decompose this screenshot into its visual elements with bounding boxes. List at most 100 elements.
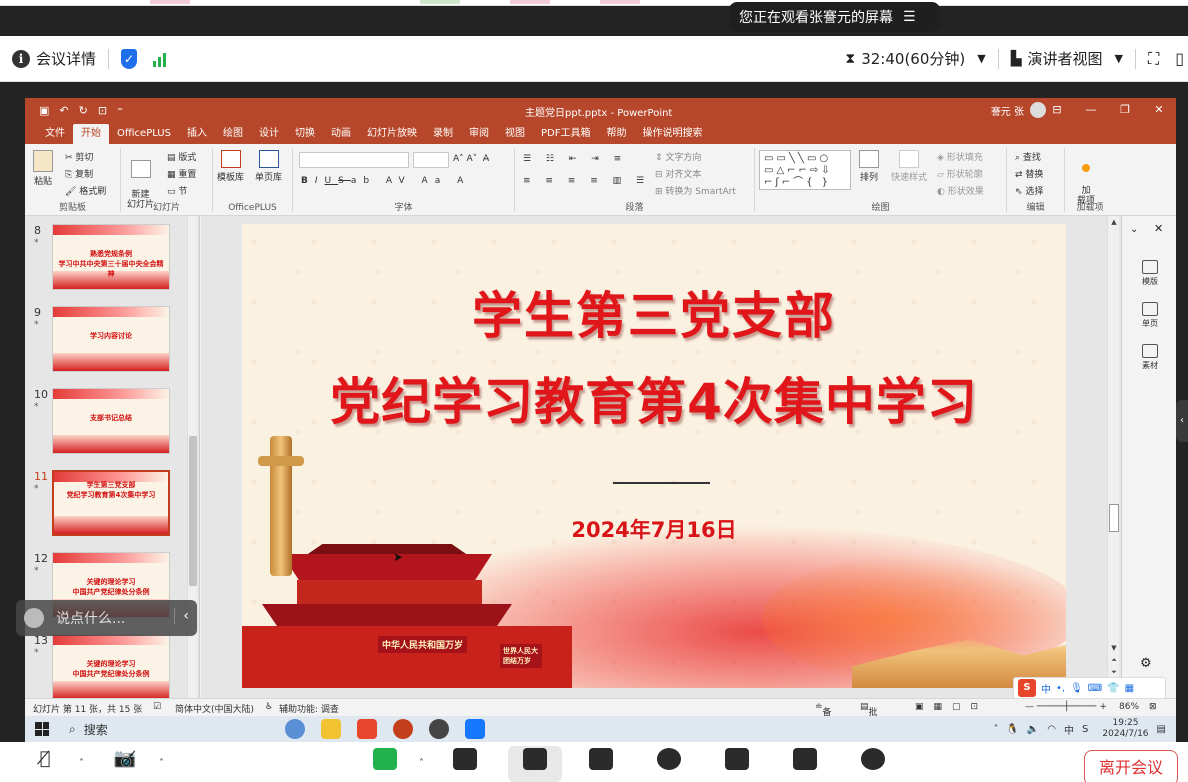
customize-icon[interactable]: ⁼ [117, 104, 123, 117]
fit-to-window-icon[interactable]: ⊠ [1149, 702, 1157, 712]
scroll-down-icon[interactable]: ▼ [1108, 644, 1120, 652]
chevron-up-icon[interactable]: ˄ [79, 758, 84, 769]
scrollbar-thumb[interactable] [189, 436, 197, 586]
chevron-up-icon[interactable]: ˄ [159, 758, 164, 769]
screen-share-banner[interactable]: 您正在观看张謇元的屏幕 ☰ [729, 2, 940, 32]
close-icon[interactable]: ✕ [1142, 98, 1176, 122]
language-indicator[interactable]: 简体中文(中国大陆) [175, 702, 254, 715]
emoji-icon[interactable] [24, 608, 44, 628]
volume-icon[interactable]: 🔈 [1027, 724, 1039, 735]
apps-button[interactable] [780, 746, 830, 782]
side-panel-handle[interactable]: ‹ [1176, 400, 1188, 442]
font-name-combo[interactable] [299, 152, 409, 168]
scrollbar-thumb[interactable] [1109, 504, 1119, 532]
settings-icon[interactable]: ⚙ [1140, 656, 1152, 671]
shape-effects-button[interactable]: ◐ 形状效果 [937, 184, 984, 197]
chevron-down-icon[interactable]: ▼ [1115, 52, 1123, 65]
ribbon-tab[interactable]: 设计 [251, 124, 287, 144]
align-text-button[interactable]: ⊟ 对齐文本 [655, 167, 701, 180]
quick-styles-button[interactable]: 快速样式 [891, 150, 927, 183]
arrange-button[interactable]: 排列 [859, 150, 879, 183]
ribbon-tab[interactable]: 录制 [425, 124, 461, 144]
comments-button[interactable]: ▤ 批注 [860, 702, 878, 731]
windows-start-icon[interactable] [35, 722, 49, 736]
tray-expand-icon[interactable]: ˄ [993, 724, 998, 735]
invite-button[interactable] [440, 746, 490, 782]
section-button[interactable]: ▭ 节 [167, 184, 187, 197]
notification-icon[interactable]: ▤ [1157, 724, 1166, 735]
shape-outline-button[interactable]: ▱ 形状轮廓 [937, 167, 983, 180]
copy-button[interactable]: ⎘ 复制 [65, 167, 93, 180]
addins-button[interactable]: 加 载项 [1077, 152, 1095, 206]
format-painter-button[interactable]: 🖌 格式刷 [65, 184, 106, 197]
info-icon[interactable]: i [12, 49, 30, 68]
minimize-icon[interactable]: — [1074, 98, 1108, 122]
chevron-left-icon[interactable]: ‹ [174, 608, 189, 624]
participants-button[interactable] [508, 746, 562, 782]
side-pane-item[interactable]: 单页 [1132, 302, 1168, 329]
clock[interactable]: 19:25 2024/7/16 [1102, 718, 1148, 740]
font-size-combo[interactable] [413, 152, 449, 168]
select-button[interactable]: ⇖ 选择 [1015, 184, 1043, 197]
reset-button[interactable]: ▦ 重置 [167, 167, 196, 180]
account[interactable]: 謇元 张 [991, 102, 1046, 118]
ribbon-tab[interactable]: 插入 [179, 124, 215, 144]
settings-button[interactable] [848, 746, 898, 782]
prev-slide-icon[interactable]: ⏶ [1108, 656, 1120, 665]
qq-icon[interactable]: 🐧 [1006, 724, 1018, 735]
meeting-app-icon[interactable] [465, 719, 485, 739]
chevron-up-icon[interactable]: ˄ [419, 758, 424, 769]
ribbon-tab[interactable]: 动画 [323, 124, 359, 144]
presenter-view-button[interactable]: 演讲者视图 [1028, 48, 1103, 69]
ribbon-tab[interactable]: 操作说明搜索 [634, 124, 710, 144]
meeting-timer[interactable]: 32:40(60分钟) [861, 48, 965, 69]
slide-thumbnail[interactable]: 学生第三党支部 党纪学习教育第4次集中学习 [52, 470, 170, 536]
sogou-tray-icon[interactable]: S [1082, 724, 1088, 735]
slide-thumbnail[interactable]: 熟悉党规条例 学习中共中央第三十届中央全会精神 [52, 224, 170, 290]
share-screen-button[interactable]: ˄ [360, 746, 424, 782]
chat-placeholder[interactable]: 说点什么... [56, 608, 125, 628]
toolbox-icon[interactable]: ▦ [1125, 683, 1134, 694]
current-slide[interactable]: 中华人民共和国万岁 世界人民大团结万岁 学生第三党支部 党纪学习教育第4次集中学… [242, 224, 1066, 688]
skin-icon[interactable]: 👕 [1107, 683, 1119, 694]
slide-thumbnail[interactable]: 支部书记总结 [52, 388, 170, 454]
underline-button[interactable]: U [325, 176, 339, 186]
wps-icon[interactable] [357, 719, 377, 739]
sidebar-toggle-icon[interactable]: ▯ [1175, 49, 1184, 68]
save-icon[interactable]: ▣ [39, 104, 49, 117]
ribbon-display-icon[interactable]: ⊟ [1040, 98, 1074, 122]
collapse-icon[interactable]: ⌄ [1130, 224, 1138, 235]
ribbon-tab[interactable]: 视图 [497, 124, 533, 144]
punctuation-icon[interactable]: •, [1056, 683, 1065, 694]
powerpoint-app-icon[interactable] [393, 719, 413, 739]
present-icon[interactable]: ⊡ [98, 104, 107, 117]
security-shield-icon[interactable]: ✓ [121, 48, 138, 69]
template-library-button[interactable]: 模板库 [217, 150, 244, 183]
accessibility-status[interactable]: 辅助功能: 调查 [279, 702, 339, 715]
slide-thumbnail[interactable]: 关键的理论学习 中国共产党纪律处分条例 [52, 634, 170, 698]
ribbon-tab[interactable]: OfficePLUS [109, 124, 179, 144]
mute-button[interactable]: 🎙̸ ˄ [20, 746, 84, 782]
record-button[interactable] [644, 746, 694, 782]
chat-input-bubble[interactable]: 说点什么... ‹ [16, 600, 197, 636]
find-button[interactable]: ⌕ 查找 [1015, 150, 1041, 163]
keyboard-icon[interactable]: ⌨ [1088, 683, 1102, 694]
paste-button[interactable]: 粘贴 [33, 150, 53, 187]
spellcheck-icon[interactable]: ☑ [153, 702, 161, 712]
next-slide-icon[interactable]: ⏷ [1108, 668, 1120, 677]
slide-date[interactable]: 2024年7月16日 [242, 514, 1066, 544]
slide-title[interactable]: 学生第三党支部 [242, 276, 1066, 348]
font-format-buttons[interactable]: BIUSab AV Aa A [301, 176, 470, 186]
reactions-button[interactable] [712, 746, 762, 782]
smartart-button[interactable]: ⊞ 转换为 SmartArt [655, 184, 736, 197]
ribbon-tab[interactable]: 幻灯片放映 [359, 124, 425, 144]
single-page-library-button[interactable]: 单页库 [255, 150, 282, 183]
network-signal-icon[interactable] [153, 51, 167, 67]
camera-button[interactable]: 📷̸ ˄ [100, 746, 164, 782]
ribbon-tab[interactable]: PDF工具箱 [533, 124, 598, 144]
slide-subtitle[interactable]: 党纪学习教育第4次集中学习 [242, 362, 1066, 434]
layout-button[interactable]: ▤ 版式 [167, 150, 196, 163]
ribbon-tab[interactable]: 文件 [37, 124, 73, 144]
ribbon-tab[interactable]: 绘图 [215, 124, 251, 144]
leave-meeting-button[interactable]: 离开会议 [1084, 750, 1178, 782]
